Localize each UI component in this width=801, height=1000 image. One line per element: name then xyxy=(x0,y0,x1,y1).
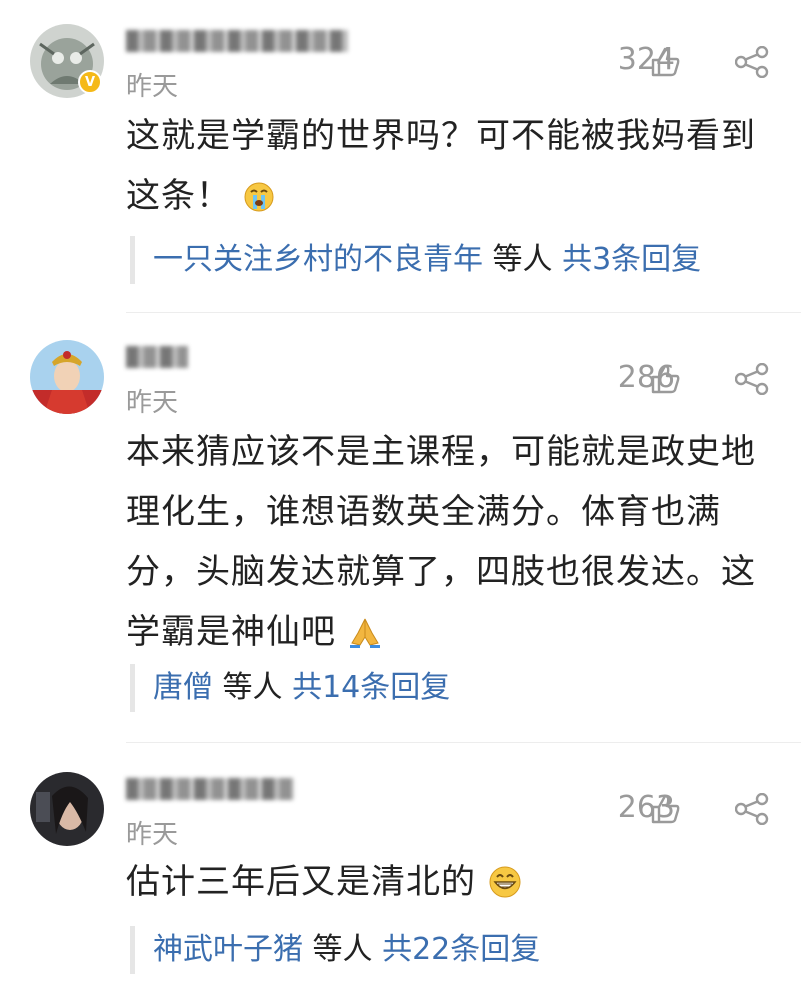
reply-mid-text: 等人 xyxy=(303,932,383,967)
reply-mid-text: 等人 xyxy=(483,242,563,277)
username-blurred xyxy=(126,346,188,368)
reply-count-link[interactable]: 共3条回复 xyxy=(562,242,701,277)
username-blurred xyxy=(126,30,348,52)
thumbs-up-icon[interactable] xyxy=(649,793,681,825)
reply-count-link[interactable]: 共14条回复 xyxy=(292,670,450,705)
reply-user-link[interactable]: 神武叶子猪 xyxy=(153,932,303,967)
share-icon[interactable] xyxy=(735,363,769,395)
comment-text: 估计三年后又是清北的 xyxy=(126,852,776,912)
reply-summary[interactable]: 唐僧 等人 共14条回复 xyxy=(130,664,793,712)
grinning-face-icon xyxy=(489,866,521,898)
username-blurred xyxy=(126,778,294,800)
reply-user-link[interactable]: 一只关注乡村的不良青年 xyxy=(153,242,483,277)
avatar[interactable] xyxy=(30,772,104,846)
comment-time: 昨天 xyxy=(126,820,179,850)
divider xyxy=(126,742,801,743)
thumbs-up-icon[interactable] xyxy=(649,363,681,395)
divider xyxy=(126,312,801,313)
comment-time: 昨天 xyxy=(126,72,179,102)
comment-text: 本来猜应该不是主课程，可能就是政史地理化生，谁想语数英全满分。体育也满分，头脑发… xyxy=(126,432,756,652)
thumbs-up-icon[interactable] xyxy=(649,46,681,78)
share-icon[interactable] xyxy=(735,46,769,78)
verified-badge-icon: V xyxy=(78,70,102,94)
avatar[interactable] xyxy=(30,340,104,414)
reply-summary[interactable]: 神武叶子猪 等人 共22条回复 xyxy=(130,926,793,974)
reply-user-link[interactable]: 唐僧 xyxy=(153,670,213,705)
reply-mid-text: 等人 xyxy=(213,670,293,705)
reply-summary[interactable]: 一只关注乡村的不良青年 等人 共3条回复 xyxy=(130,236,793,284)
crying-face-icon xyxy=(244,182,274,212)
comment-text: 这就是学霸的世界吗？可不能被我妈看到这条！ xyxy=(126,116,756,216)
share-icon[interactable] xyxy=(735,793,769,825)
folded-hands-icon xyxy=(349,618,380,648)
reply-count-link[interactable]: 共22条回复 xyxy=(382,932,540,967)
comment-time: 昨天 xyxy=(126,388,179,418)
